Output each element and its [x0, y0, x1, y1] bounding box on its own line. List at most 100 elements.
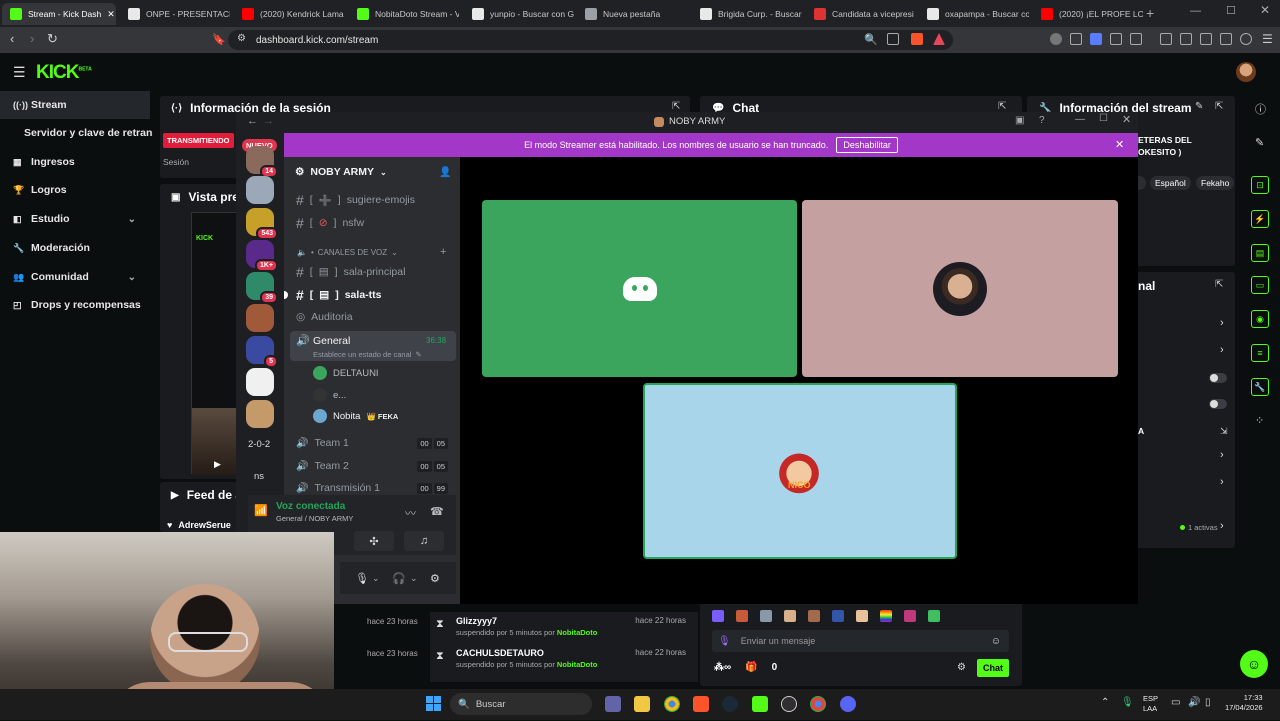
disable-streamer-mode-button[interactable]: Deshabilitar [836, 137, 898, 153]
url-bar[interactable]: ⚙ dashboard.kick.com/stream [228, 30, 953, 50]
volume-icon[interactable]: 🔊 [1188, 697, 1200, 708]
log-moderator[interactable]: NobitaDoto [557, 660, 597, 669]
battery-icon[interactable]: ▯ [1205, 697, 1211, 708]
browser-tab[interactable]: Brigida Curp. - Buscar [692, 3, 802, 25]
chevron-down-icon[interactable]: ⌄ [410, 573, 418, 584]
voice-member[interactable]: e... [313, 386, 346, 404]
chevron-down-icon[interactable]: ⌄ [128, 272, 136, 283]
video-tile[interactable] [482, 200, 797, 377]
chat-send-button[interactable]: Chat [977, 659, 1009, 677]
share-icon[interactable] [887, 33, 899, 45]
sidebar-icon[interactable] [1180, 33, 1192, 45]
emote-icon[interactable] [928, 610, 940, 622]
extension-icon[interactable] [1090, 33, 1102, 45]
inbox-icon[interactable]: ▣ [1015, 115, 1024, 126]
taskbar-search[interactable]: 🔍 Buscar [450, 693, 592, 715]
channel-status-prompt[interactable]: Establece un estado de canal ✎ [313, 350, 422, 359]
chevron-right-icon[interactable]: › [1220, 344, 1224, 356]
user-settings-icon[interactable]: ⚙ [430, 572, 440, 585]
tray-mic-icon[interactable]: 🎙 [1121, 697, 1134, 708]
browser-tab[interactable]: ONPE - PRESENTACIÓ [120, 3, 230, 25]
popout-icon[interactable]: ⇱ [1215, 279, 1223, 290]
video-tile[interactable] [802, 200, 1118, 377]
channel-sala-tts[interactable]: #[▤] sala-tts [290, 285, 456, 305]
external-link-icon[interactable]: ⇲ [1220, 426, 1228, 437]
discord-minimize-button[interactable]: — [1075, 114, 1085, 125]
server-icon[interactable] [246, 304, 274, 332]
close-banner-icon[interactable]: ✕ [1115, 138, 1124, 151]
chevron-down-icon[interactable]: ⌄ [128, 214, 136, 225]
close-window-button[interactable]: ✕ [1260, 3, 1270, 17]
steam-icon[interactable] [722, 696, 738, 712]
browser-tab[interactable]: NobitaDoto Stream - V [349, 3, 459, 25]
emote-icon[interactable] [832, 610, 844, 622]
headphones-icon[interactable]: 🎧 [392, 572, 406, 585]
disconnect-icon[interactable]: ☎ [430, 505, 444, 518]
voice-category-header[interactable]: 🔈 • CANALES DE VOZ ⌄ [297, 248, 398, 257]
activities-button[interactable]: ✣ [354, 531, 394, 551]
infinity-icon[interactable]: ⁂∞ [714, 662, 731, 673]
server-header[interactable]: ⚙ NOBY ARMY ⌄ [295, 166, 387, 178]
chevron-down-icon[interactable]: ⌄ [372, 573, 380, 584]
vpn-icon[interactable] [1240, 33, 1252, 45]
chat-settings-icon[interactable]: ⚙ [957, 662, 966, 673]
popout-icon[interactable]: ⇱ [998, 101, 1006, 112]
forward-icon[interactable]: › [30, 31, 34, 46]
menu-icon[interactable]: ☰ [1262, 32, 1273, 46]
site-info-icon[interactable]: ⚙ [237, 33, 246, 44]
browser-tab[interactable]: Stream - Kick Dash ✕ [2, 3, 116, 25]
log-user[interactable]: Glizzyyy7 [456, 616, 497, 626]
server-icon[interactable] [246, 400, 274, 428]
browser-tab[interactable]: (2020) ¡EL PROFE LO A [1033, 3, 1143, 25]
rail-community-icon[interactable]: ⁘ [1255, 414, 1264, 427]
sidebar-item-servidor[interactable]: Servidor y clave de retransmi [0, 119, 153, 147]
rail-list-icon[interactable]: ≡ [1251, 344, 1269, 362]
forward-arrow-icon[interactable]: → [263, 115, 274, 127]
channel-nsfw[interactable]: #[⊘] nsfw [290, 213, 456, 233]
emote-icon[interactable] [808, 610, 820, 622]
emote-icon[interactable] [736, 610, 748, 622]
soundboard-button[interactable]: ♫ [404, 531, 444, 551]
language-indicator[interactable]: ESP LAA [1143, 694, 1158, 714]
chrome-icon[interactable] [664, 696, 680, 712]
wallet-icon[interactable] [1200, 33, 1212, 45]
discord-maximize-button[interactable]: ☐ [1099, 113, 1108, 124]
play-icon[interactable]: ▶ [214, 459, 221, 470]
obs-icon[interactable] [781, 696, 797, 712]
sidebar-item-revenue[interactable]: ▦ Ingresos [0, 148, 150, 176]
help-chat-icon[interactable]: ☺ [1240, 650, 1268, 678]
mic-icon[interactable]: 🎙 [718, 636, 731, 647]
voice-location[interactable]: General / NOBY ARMY [276, 514, 353, 523]
channel-sala-principal[interactable]: #[▤] sala-principal [290, 262, 456, 282]
chat-input[interactable]: 🎙 Enviar un mensaje ☺ [712, 630, 1009, 652]
tray-chevron-icon[interactable]: ⌃ [1101, 697, 1109, 708]
media-icon[interactable] [1160, 33, 1172, 45]
puzzle-icon[interactable] [1110, 33, 1122, 45]
browser-tab[interactable]: (2020) Kendrick Lama [234, 3, 344, 25]
stream-preview-thumbnail[interactable]: KICK ▶ [191, 212, 238, 475]
log-user[interactable]: CACHULSDETAURO [456, 648, 544, 658]
chevron-right-icon[interactable]: › [1220, 520, 1224, 532]
emote-icon[interactable] [784, 610, 796, 622]
bookmark-icon[interactable]: 🔖 [212, 33, 226, 46]
mic-icon[interactable]: 🎙 [355, 572, 369, 585]
hamburger-icon[interactable]: ☰ [13, 64, 26, 81]
zoom-icon[interactable]: 🔍 [864, 33, 878, 46]
sidebar-item-wrench[interactable]: 🔧 Moderación [0, 234, 150, 262]
voice-status[interactable]: Voz conectada [276, 501, 345, 512]
setting-toggle[interactable] [1209, 373, 1227, 383]
popout-icon[interactable]: ⇱ [1215, 101, 1223, 112]
brave-shield-icon[interactable] [911, 33, 923, 45]
minimize-window-button[interactable]: — [1190, 5, 1201, 17]
server-icon[interactable]: 543 [246, 208, 278, 240]
new-tab-button[interactable]: + [1146, 5, 1154, 21]
noise-suppression-icon[interactable]: 〰 [405, 505, 416, 521]
chevron-right-icon[interactable]: › [1220, 317, 1224, 329]
back-arrow-icon[interactable]: ← [247, 115, 258, 127]
server-folder-label[interactable]: ns [254, 471, 264, 482]
edit-icon[interactable]: ✎ [1195, 101, 1203, 112]
server-icon[interactable] [246, 176, 274, 204]
extension-icon[interactable] [1050, 33, 1062, 45]
file-explorer-icon[interactable] [634, 696, 650, 712]
back-icon[interactable]: ‹ [10, 31, 14, 46]
